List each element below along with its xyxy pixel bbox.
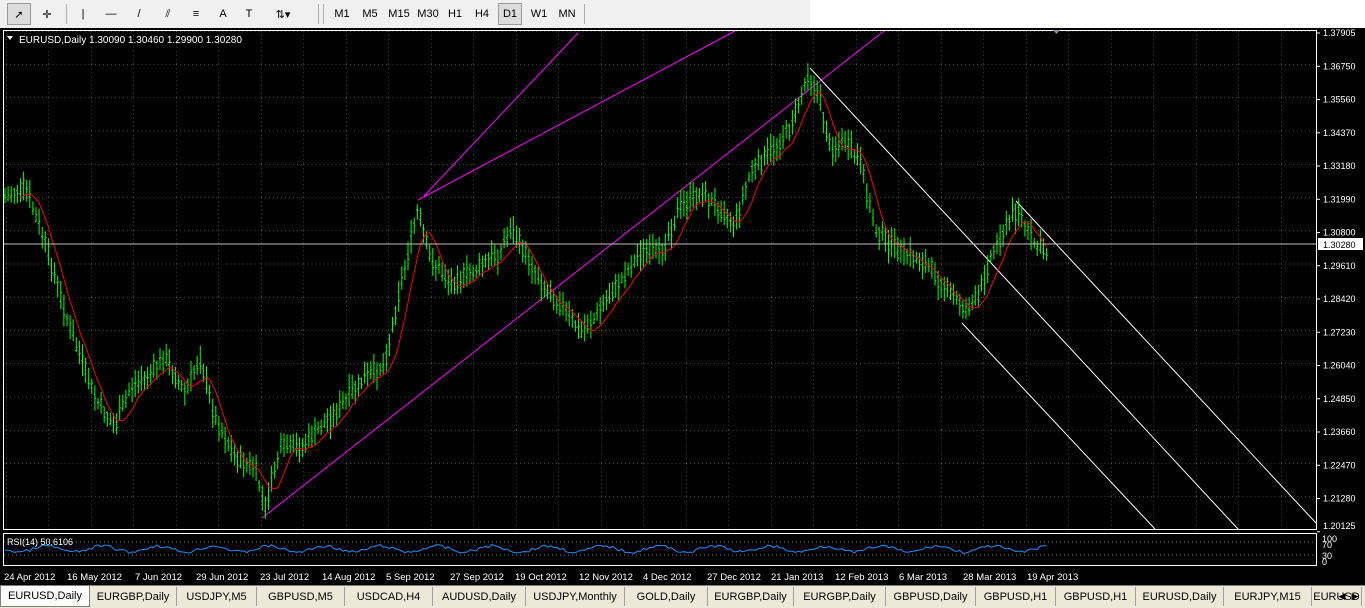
- text-tool-icon[interactable]: A: [212, 3, 234, 25]
- rsi-line: [4, 544, 1047, 554]
- timeframe-m5-button[interactable]: M5: [357, 3, 383, 25]
- price-scale-label: 1.22470: [1323, 460, 1356, 470]
- timeframe-h4-button[interactable]: H4: [470, 3, 494, 25]
- chart-window[interactable]: EURUSD,Daily 1.30090 1.30460 1.29900 1.3…: [0, 28, 1365, 585]
- date-scale[interactable]: 24 Apr 2012 16 May 2012 7 Jun 2012 29 Jun 2…: [4, 572, 1078, 583]
- chart-tab[interactable]: GBPUSD,H1: [1056, 587, 1136, 606]
- chart-tab[interactable]: EURJPY,M15: [1224, 587, 1312, 606]
- timeframe-h1-button[interactable]: H1: [443, 3, 467, 25]
- trendline-tool-icon[interactable]: /: [127, 3, 151, 25]
- tab-scroll-left-icon[interactable]: ◀: [1336, 589, 1348, 604]
- price-scale-label: 1.36750: [1323, 61, 1356, 71]
- price-scale-label: 1.29610: [1323, 261, 1356, 271]
- timeframe-m15-button[interactable]: M15: [385, 3, 413, 25]
- chart-tabs-bar: EURUSD,Daily EURGBP,Daily USDJPY,M5 GBPUSD,…: [0, 585, 1365, 608]
- chart-header: EURUSD,Daily 1.30090 1.30460 1.29900 1.3…: [19, 35, 242, 46]
- price-scale-label: 1.26040: [1323, 361, 1356, 371]
- timeframe-mn-button[interactable]: MN: [554, 3, 580, 25]
- toolbar-empty-area: [810, 0, 1365, 29]
- date-scale-label: 5 Sep 2012: [386, 572, 435, 583]
- price-scale-label: 1.28420: [1323, 294, 1356, 304]
- equidistant-channel-tool-icon[interactable]: ⫽: [155, 3, 181, 25]
- date-scale-label: 4 Dec 2012: [643, 572, 692, 583]
- price-scale-label: 1.31990: [1323, 194, 1356, 204]
- toolbar-separator: [318, 4, 319, 24]
- current-price-label: 1.30280: [1323, 240, 1356, 250]
- date-scale-label: 19 Apr 2013: [1027, 572, 1078, 583]
- toolbar-separator: [584, 4, 585, 24]
- date-scale-label: 16 May 2012: [67, 572, 122, 583]
- price-scale-label: 1.30800: [1323, 228, 1356, 238]
- price-scale-label: 1.37905: [1323, 28, 1356, 38]
- chart-tab[interactable]: USDJPY,M5: [177, 587, 257, 606]
- price-chart[interactable]: EURUSD,Daily 1.30090 1.30460 1.29900 1.3…: [0, 28, 1365, 585]
- crosshair-tool-icon[interactable]: ✛: [34, 3, 60, 25]
- price-scale-label: 1.35560: [1323, 95, 1356, 105]
- date-scale-label: 27 Sep 2012: [450, 572, 504, 583]
- price-scale-label: 1.20125: [1323, 521, 1356, 531]
- chart-tab[interactable]: GBPUSD,Daily: [886, 587, 976, 606]
- chart-tab[interactable]: GBPUSD,H1: [976, 587, 1056, 606]
- chart-tab[interactable]: GBPUSD,M5: [257, 587, 345, 606]
- chart-tab[interactable]: GOLD,Daily: [625, 587, 708, 606]
- horizontal-line-tool-icon[interactable]: —: [99, 3, 123, 25]
- date-scale-label: 27 Dec 2012: [707, 572, 761, 583]
- chart-tab[interactable]: EURUSD,Daily: [0, 586, 90, 607]
- arrows-tool-icon[interactable]: ⇅▾: [266, 3, 300, 25]
- chart-tab[interactable]: USDCAD,H4: [345, 587, 433, 606]
- date-scale-label: 29 Jun 2012: [196, 572, 248, 583]
- cursor-tool-icon[interactable]: ➚: [7, 3, 31, 25]
- chart-tab[interactable]: EURGBP,Daily: [90, 587, 177, 606]
- date-scale-label: 23 Jul 2012: [260, 572, 309, 583]
- tab-scroll-right-icon[interactable]: ▶: [1349, 589, 1361, 604]
- date-scale-label: 28 Mar 2013: [963, 572, 1016, 583]
- vertical-line-tool-icon[interactable]: |: [72, 3, 94, 25]
- price-scale-label: 1.27230: [1323, 327, 1356, 337]
- chart-tab[interactable]: EURGBP,Daily: [794, 587, 886, 606]
- main-panel[interactable]: [3, 30, 1317, 530]
- date-scale-label: 19 Oct 2012: [515, 572, 567, 583]
- toolbar-separator: [323, 4, 324, 24]
- price-scale-label: 1.21280: [1323, 494, 1356, 504]
- date-scale-label: 12 Nov 2012: [579, 572, 633, 583]
- price-scale-label: 1.33180: [1323, 161, 1356, 171]
- chart-toolbar: ➚ ✛ | — / ⫽ ≡ A T ⇅▾ M1 M5 M15 M30 H1 H4…: [0, 0, 810, 29]
- date-scale-label: 14 Aug 2012: [322, 572, 375, 583]
- date-scale-label: 7 Jun 2012: [135, 572, 182, 583]
- fibonacci-tool-icon[interactable]: ≡: [184, 3, 208, 25]
- toolbar-separator: [66, 4, 67, 24]
- timeframe-d1-button[interactable]: D1: [498, 3, 522, 25]
- date-scale-label: 21 Jan 2013: [771, 572, 823, 583]
- chart-tab[interactable]: USDJPY,Monthly: [526, 587, 625, 606]
- timeframe-m30-button[interactable]: M30: [414, 3, 442, 25]
- price-scale[interactable]: 1.37905 1.36750 1.35560 1.34370 1.33180 1.319…: [1317, 28, 1356, 533]
- chart-tab[interactable]: EURUSD,Daily: [1136, 587, 1224, 606]
- price-scale-label: 1.24850: [1323, 394, 1356, 404]
- price-scale-label: 1.34370: [1323, 128, 1356, 138]
- timeframe-w1-button[interactable]: W1: [526, 3, 552, 25]
- date-scale-label: 12 Feb 2013: [835, 572, 888, 583]
- date-scale-label: 24 Apr 2012: [4, 572, 55, 583]
- chart-tab[interactable]: AUDUSD,Daily: [433, 587, 526, 606]
- date-scale-label: 6 Mar 2013: [899, 572, 947, 583]
- timeframe-m1-button[interactable]: M1: [330, 3, 354, 25]
- rsi-scale-0: 0: [1322, 557, 1327, 567]
- price-scale-label: 1.23660: [1323, 427, 1356, 437]
- text-label-tool-icon[interactable]: T: [238, 3, 260, 25]
- rsi-scale-70: 70: [1322, 540, 1332, 550]
- rsi-header: RSI(14) 50.6106: [7, 537, 73, 547]
- chart-tab[interactable]: EURGBP,Daily: [708, 587, 794, 606]
